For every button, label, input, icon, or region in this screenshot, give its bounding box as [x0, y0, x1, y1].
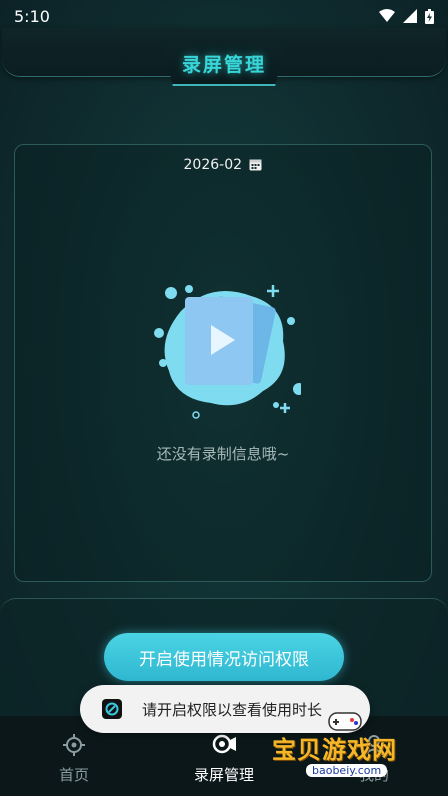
- watermark-url: baobeiy.com: [306, 764, 388, 777]
- nav-label-home: 首页: [58, 766, 89, 784]
- permission-toast: 请开启权限以查看使用时长: [80, 685, 370, 733]
- nav-label-records: 录屏管理: [193, 766, 254, 784]
- watermark-text: 宝贝游戏网: [272, 736, 397, 764]
- app-icon: [102, 699, 122, 719]
- toast-message: 请开启权限以查看使用时长: [142, 700, 323, 719]
- page-header: 录屏管理: [0, 28, 448, 86]
- wifi-icon: [379, 9, 395, 22]
- target-icon: [63, 734, 85, 756]
- empty-video-illustration: [154, 285, 301, 419]
- record-icon: [212, 734, 236, 754]
- calendar-icon[interactable]: [249, 158, 262, 171]
- records-card: 2026-02 还没有录制信息哦~: [14, 144, 432, 582]
- date-selector[interactable]: 2026-02: [15, 157, 431, 173]
- enable-usage-access-button[interactable]: 开启使用情况访问权限: [104, 633, 344, 681]
- battery-icon: [425, 8, 434, 24]
- status-time: 5:10: [14, 6, 50, 26]
- signal-icon: [403, 9, 417, 23]
- watermark-logo: 宝贝游戏网 baobeiy.com: [272, 712, 418, 792]
- date-value: 2026-02: [183, 157, 243, 173]
- page-title: 录屏管理: [181, 54, 266, 76]
- gamepad-icon: [328, 712, 362, 731]
- empty-message: 还没有录制信息哦~: [156, 445, 290, 463]
- status-icons: [379, 8, 434, 24]
